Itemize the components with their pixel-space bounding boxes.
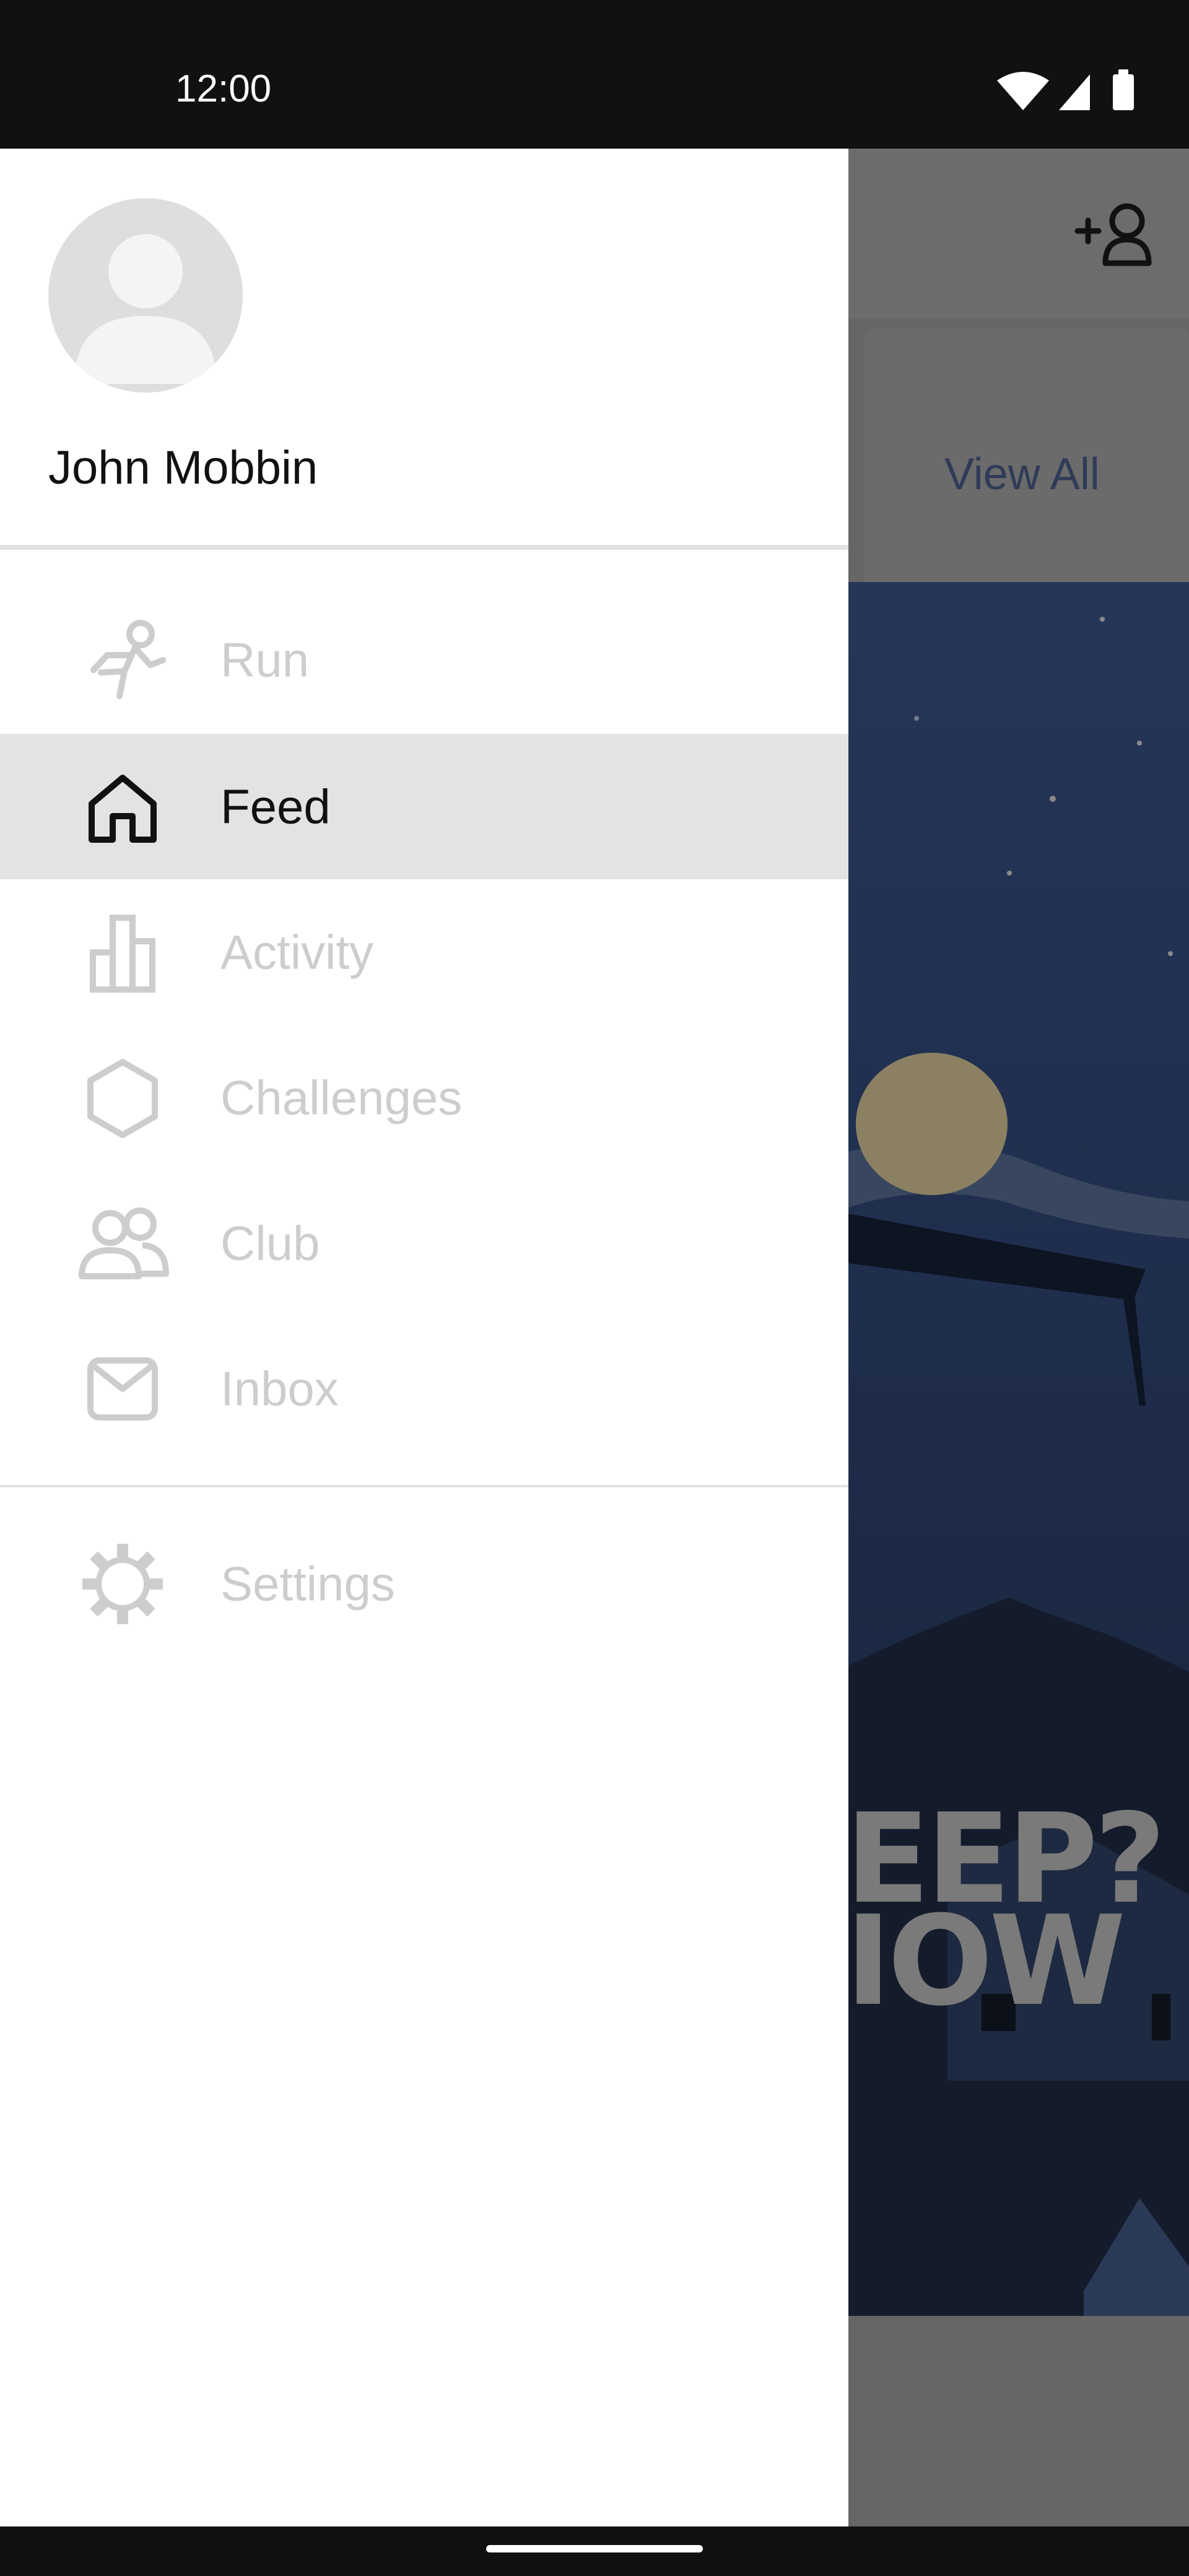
- nav-item-settings-label: Settings: [220, 1556, 395, 1611]
- nav-item-feed[interactable]: Feed: [0, 734, 848, 879]
- avatar[interactable]: [48, 198, 243, 393]
- add-friend-icon: [1074, 203, 1152, 266]
- banner-moon: [856, 1053, 1008, 1195]
- status-bar: 12:00: [0, 0, 1189, 149]
- nav-item-activity[interactable]: Activity: [0, 879, 848, 1025]
- nav-item-inbox[interactable]: Inbox: [0, 1316, 848, 1461]
- nav-item-club-label: Club: [220, 1216, 320, 1270]
- banner-headline-line2: IOW: [845, 1889, 1126, 2034]
- menu-divider: [0, 1485, 848, 1487]
- banner-illustration: [848, 617, 1189, 2316]
- people-icon: [73, 1197, 172, 1290]
- nav-item-challenges-label: Challenges: [220, 1070, 463, 1125]
- view-all-link: View All: [944, 450, 1100, 499]
- nav-item-challenges[interactable]: Challenges: [0, 1025, 848, 1170]
- status-icons: [997, 69, 1134, 110]
- nav-item-feed-label: Feed: [220, 779, 331, 833]
- battery-icon: [1113, 69, 1134, 110]
- wifi-icon: [997, 72, 1049, 110]
- header-divider: [0, 545, 848, 550]
- cellular-signal-icon: [1059, 74, 1090, 110]
- home-icon: [73, 760, 172, 853]
- bar-chart-icon: [73, 906, 172, 999]
- default-avatar-icon: [74, 234, 217, 384]
- navigation-drawer: John Mobbin Run Feed Activity Challenges…: [0, 149, 848, 2526]
- user-name[interactable]: John Mobbin: [48, 441, 318, 495]
- gear-icon: [73, 1538, 172, 1630]
- running-shoe-icon: [73, 614, 172, 707]
- nav-item-run-label: Run: [220, 632, 310, 687]
- nav-item-run[interactable]: Run: [0, 587, 848, 733]
- home-gesture-handle[interactable]: [486, 2545, 703, 2552]
- nav-item-activity-label: Activity: [220, 925, 374, 979]
- nav-item-club[interactable]: Club: [0, 1170, 848, 1316]
- status-time: 12:00: [175, 67, 272, 110]
- nav-item-settings[interactable]: Settings: [0, 1511, 848, 1656]
- banner-headline: EEP? IOW: [845, 1798, 1166, 2034]
- nav-item-inbox-label: Inbox: [220, 1361, 339, 1416]
- hexagon-icon: [73, 1051, 172, 1144]
- envelope-icon: [73, 1342, 172, 1435]
- system-navigation-bar: [0, 2526, 1189, 2576]
- background-banner-image: [848, 582, 1189, 2316]
